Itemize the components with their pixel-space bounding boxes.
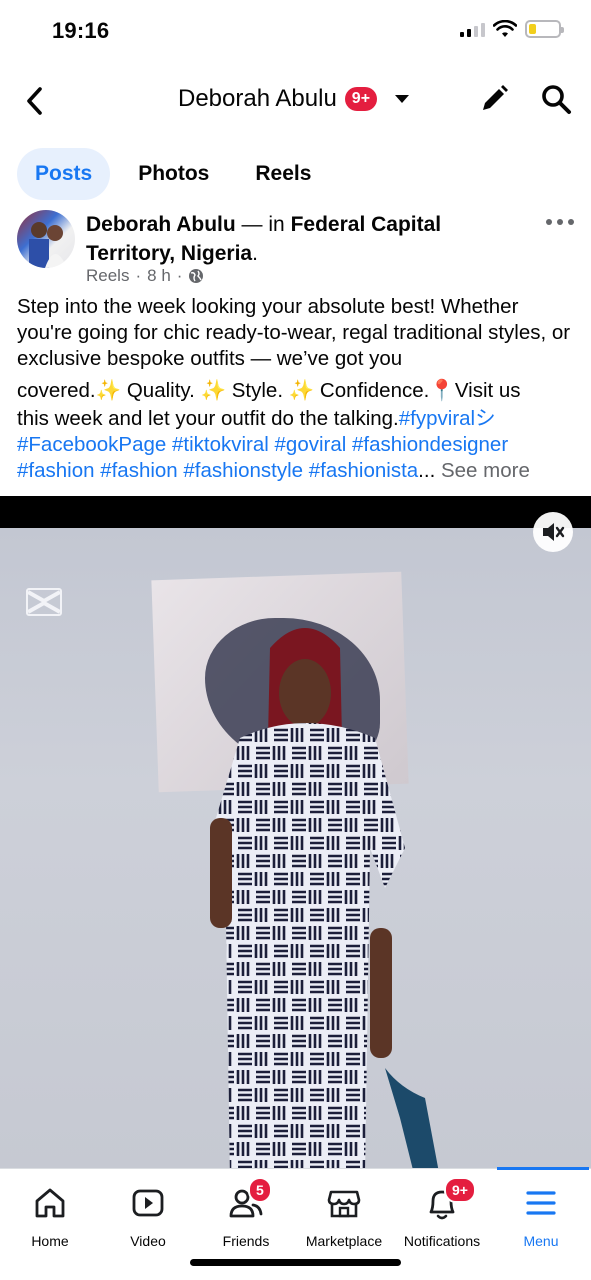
nav-notifications-label: Notifications: [403, 1233, 481, 1249]
nav-home-label: Home: [31, 1233, 69, 1249]
caret-down-icon: [395, 95, 410, 103]
tab-reels[interactable]: Reels: [237, 148, 329, 200]
signal-icon: [460, 21, 485, 37]
meta-separator: ·: [135, 266, 142, 285]
meta-separator: ·: [176, 266, 183, 285]
battery-icon: [525, 20, 564, 38]
status-bar: 19:16: [0, 0, 591, 64]
post-text: Step into the week looking your absolute…: [17, 294, 577, 484]
pencil-icon: [483, 85, 508, 110]
nav-video[interactable]: Video: [98, 1183, 198, 1249]
header-title: Deborah Abulu: [178, 85, 337, 112]
post-author-line: Deborah Abulu — in Federal Capital Terri…: [86, 210, 506, 268]
nav-menu[interactable]: Menu: [491, 1183, 591, 1249]
back-button[interactable]: [20, 84, 50, 118]
more-options-button[interactable]: [546, 212, 574, 232]
chevron-left-icon: [27, 87, 42, 115]
post-text-line: this week and let your outfit do the tal…: [17, 407, 496, 430]
mute-button[interactable]: [533, 512, 573, 552]
profile-header: Deborah Abulu 9+: [0, 70, 591, 132]
notifications-badge: 9+: [444, 1177, 476, 1203]
nav-notifications[interactable]: 9+ Notifications: [392, 1177, 492, 1249]
active-tab-indicator: [497, 1167, 589, 1170]
hashtag-link[interactable]: #FacebookPage #tiktokviral #goviral #fas…: [17, 432, 577, 458]
ellipsis: ...: [418, 459, 436, 482]
video-frame: [0, 528, 591, 1170]
nav-marketplace-label: Marketplace: [305, 1233, 383, 1249]
post-text-line: covered.✨ Quality. ✨ Style. ✨ Confidence…: [17, 379, 521, 402]
edit-button[interactable]: [478, 83, 512, 117]
home-indicator[interactable]: [190, 1259, 401, 1266]
marketplace-icon: [327, 1190, 361, 1218]
status-time: 19:16: [52, 18, 110, 43]
nav-friends-label: Friends: [222, 1233, 270, 1249]
profile-switcher[interactable]: Deborah Abulu 9+: [178, 85, 410, 113]
nav-video-label: Video: [130, 1233, 166, 1249]
search-icon: [542, 85, 571, 114]
friends-badge: 5: [248, 1177, 272, 1203]
person-figure: [210, 628, 439, 1170]
post-time[interactable]: 8 h: [147, 266, 171, 286]
wifi-icon: [493, 20, 517, 37]
post-author[interactable]: Deborah Abulu: [86, 213, 236, 236]
post-text-line: Step into the week looking your absolute…: [17, 295, 571, 370]
tab-photos[interactable]: Photos: [120, 148, 227, 200]
more-icon: [546, 219, 552, 225]
search-button[interactable]: [540, 83, 574, 117]
nav-menu-label: Menu: [523, 1233, 559, 1249]
hashtag-link[interactable]: #fashion #fashion #fashionstyle #fashion…: [17, 459, 418, 482]
status-icons: [460, 20, 564, 38]
nav-home[interactable]: Home: [0, 1183, 100, 1249]
nav-friends[interactable]: 5 Friends: [196, 1177, 296, 1249]
see-more-link[interactable]: See more: [441, 459, 530, 482]
mute-icon: [543, 523, 565, 541]
post-source[interactable]: Reels: [86, 266, 129, 286]
avatar[interactable]: [17, 210, 75, 268]
menu-icon: [526, 1191, 556, 1215]
header-badge: 9+: [344, 87, 378, 111]
nav-marketplace[interactable]: Marketplace: [294, 1183, 394, 1249]
capcut-logo-icon: [26, 588, 62, 616]
tab-posts[interactable]: Posts: [17, 148, 111, 200]
profile-tabs: Posts Photos Reels: [17, 148, 339, 200]
post-meta: Reels · 8 h ·: [86, 266, 204, 286]
post-header: Deborah Abulu — in Federal Capital Terri…: [0, 206, 591, 290]
reel-video[interactable]: [0, 496, 591, 1170]
post-connector: — in: [235, 213, 291, 236]
post-location-suffix: .: [252, 242, 258, 265]
hashtag-link[interactable]: #fypviralシ: [399, 407, 496, 430]
home-icon: [35, 1188, 65, 1218]
video-icon: [132, 1189, 164, 1217]
globe-icon: [189, 269, 204, 283]
